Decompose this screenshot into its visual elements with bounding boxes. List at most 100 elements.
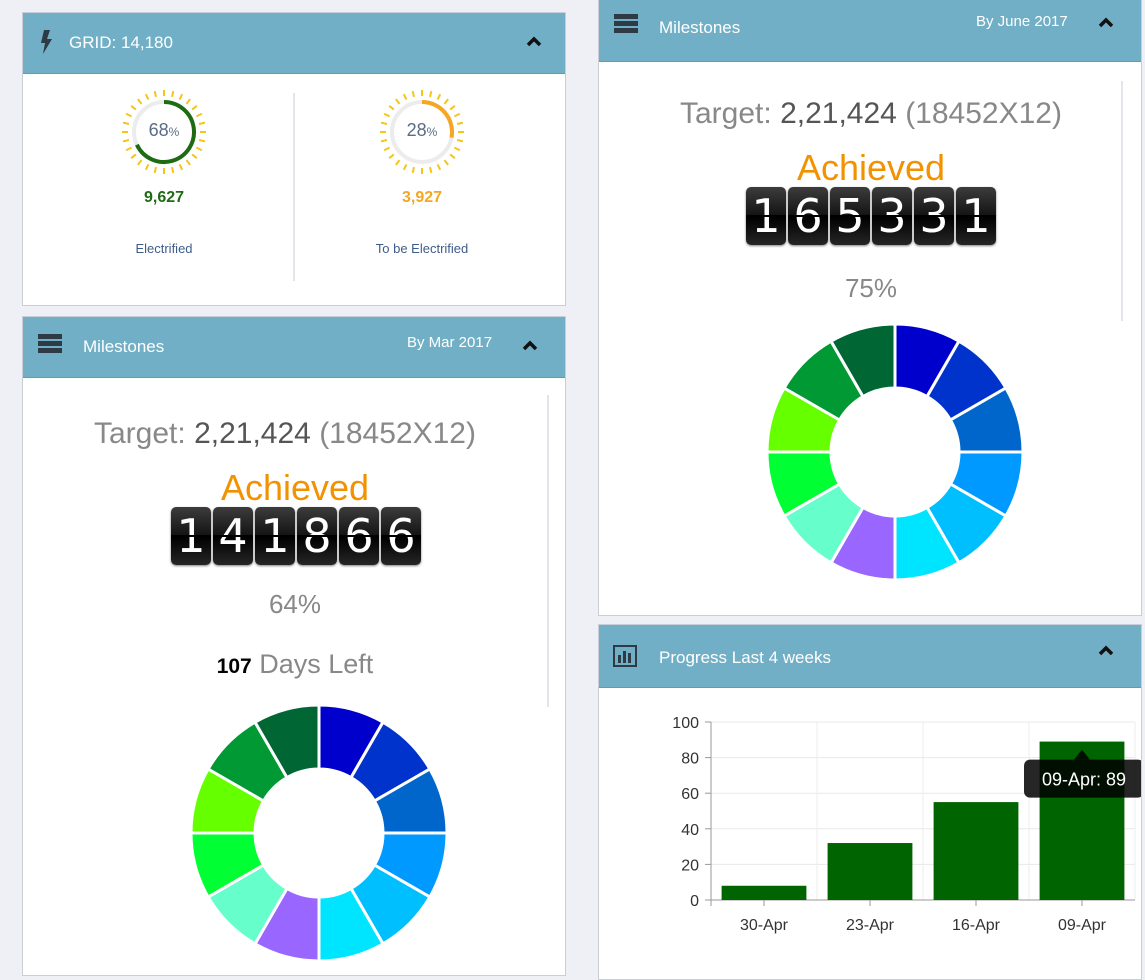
progress-panel-title: Progress Last 4 weeks (659, 648, 831, 667)
gauge-tick (388, 105, 395, 111)
tooltip-text: 09-Apr: 89 (1042, 770, 1126, 790)
progress-panel-header: Progress Last 4 weeks (599, 625, 1141, 688)
chevron-up-icon[interactable] (1095, 640, 1117, 660)
counter-digit: 6 (339, 507, 379, 565)
gauge-tick (449, 105, 456, 111)
counter-digit: 1 (956, 187, 996, 245)
y-tick-label: 20 (681, 857, 699, 874)
bar[interactable] (827, 843, 913, 900)
y-tick-label: 80 (681, 751, 699, 768)
gauge-tick (130, 105, 137, 111)
gauge-tick (443, 98, 449, 105)
gauge-tick (144, 164, 150, 171)
grid-panel: GRID: 14,180 68% 9,627 Electrified 28% 3… (22, 12, 566, 306)
milestones-mar-donut (189, 703, 449, 963)
gauge-tick (125, 146, 132, 152)
chevron-up-icon[interactable] (1095, 12, 1117, 32)
milestones-mar-panel: Milestones By Mar 2017 Target: 2,21,424 … (22, 316, 566, 976)
gauge-tick (196, 146, 203, 152)
progress-bar-chart: 0 20 40 60 80 100 30-Apr 23-Apr 16-Apr 09-Apr 09-A… (672, 715, 1141, 934)
x-tick-label: 30-Apr (740, 917, 789, 934)
to-be-electrified-count: 3,927 (401, 189, 443, 206)
divider (293, 93, 295, 281)
gauge-tick (395, 159, 401, 166)
gauge-tick (436, 164, 442, 171)
gauge-tick (144, 93, 150, 100)
y-tick-label: 0 (690, 893, 699, 910)
gauge-tick (411, 90, 415, 98)
y-tick-label: 60 (681, 786, 699, 803)
gauge-tick (454, 146, 461, 152)
milestones-mar-period: By Mar 2017 (407, 334, 493, 351)
counter-digit: 3 (872, 187, 912, 245)
gauge-tick (191, 105, 198, 111)
gauge-tick (196, 112, 203, 118)
counter-digit: 3 (914, 187, 954, 245)
gauge-tick (137, 98, 143, 105)
gauge-tick (171, 166, 175, 174)
achieved-label: Achieved (220, 467, 370, 508)
counter-digit: 6 (788, 187, 828, 245)
milestones-mar-title: Milestones (83, 337, 165, 356)
achieved-counter: 1 4 1 8 6 6 (171, 507, 421, 565)
milestones-june-panel: Milestones By June 2017 Target: 2,21,424… (598, 0, 1142, 616)
milestones-june-header: Milestones By June 2017 (599, 0, 1141, 62)
gauge-tick (436, 93, 442, 100)
server-icon (38, 334, 62, 353)
gauge-tick (153, 90, 157, 98)
counter-digit: 8 (297, 507, 337, 565)
to-be-electrified-percent: 28% (406, 120, 438, 140)
gauge-tick (153, 166, 157, 174)
gauge-tick (178, 93, 184, 100)
counter-digit: 1 (746, 187, 786, 245)
milestones-june-donut (765, 322, 1025, 582)
milestones-june-period: By June 2017 (976, 13, 1068, 30)
counter-digit: 4 (213, 507, 253, 565)
counter-digit: 5 (830, 187, 870, 245)
x-tick-label: 16-Apr (952, 917, 1001, 934)
server-icon (614, 14, 638, 33)
counter-digit: 1 (255, 507, 295, 565)
x-tick-label: 09-Apr (1058, 917, 1107, 934)
progress-panel: Progress Last 4 weeks 0 20 40 60 80 100 30-Apr… (598, 624, 1142, 980)
gauge-tick (388, 153, 395, 159)
bar[interactable] (933, 802, 1019, 900)
gauge-tick (383, 146, 390, 152)
gauge-tick (185, 159, 191, 166)
gauge-tick (429, 90, 433, 98)
to-be-electrified-label: To be Electrified (375, 241, 469, 256)
achieved-label: Achieved (796, 147, 946, 188)
achieved-percent: 64% (268, 589, 322, 619)
counter-digit: 1 (171, 507, 211, 565)
counter-digit: 6 (381, 507, 421, 565)
chevron-up-icon[interactable] (519, 335, 541, 355)
chevron-up-icon[interactable] (523, 31, 545, 51)
milestones-june-title: Milestones (659, 18, 741, 37)
gauge-tick (130, 153, 137, 159)
achieved-percent: 75% (844, 273, 898, 303)
gauge-tick (402, 164, 408, 171)
bar[interactable] (721, 885, 807, 900)
gauge-tick (454, 112, 461, 118)
gauge-tick (383, 112, 390, 118)
target-text: Target: 2,21,424 (18452X12) (680, 97, 1062, 130)
gauge-tick (449, 153, 456, 159)
y-tick-label: 100 (672, 715, 699, 732)
milestones-mar-header: Milestones By Mar 2017 (23, 317, 565, 378)
gauge-tick (125, 112, 132, 118)
gauge-tick (443, 159, 449, 166)
gauge-tick (137, 159, 143, 166)
gauge-tick (178, 164, 184, 171)
bar-chart-icon (613, 645, 637, 667)
grid-panel-header: GRID: 14,180 (23, 13, 565, 74)
achieved-counter: 1 6 5 3 3 1 (746, 187, 996, 245)
target-text: Target: 2,21,424 (18452X12) (94, 417, 476, 450)
gauge-tick (395, 98, 401, 105)
gauge-tick (191, 153, 198, 159)
electrified-label: Electrified (135, 241, 193, 256)
electrified-percent: 68% (148, 120, 180, 140)
gauge-tick (402, 93, 408, 100)
gauge-tick (185, 98, 191, 105)
electrified-count: 9,627 (143, 189, 185, 206)
grid-panel-title: GRID: 14,180 (69, 33, 173, 52)
